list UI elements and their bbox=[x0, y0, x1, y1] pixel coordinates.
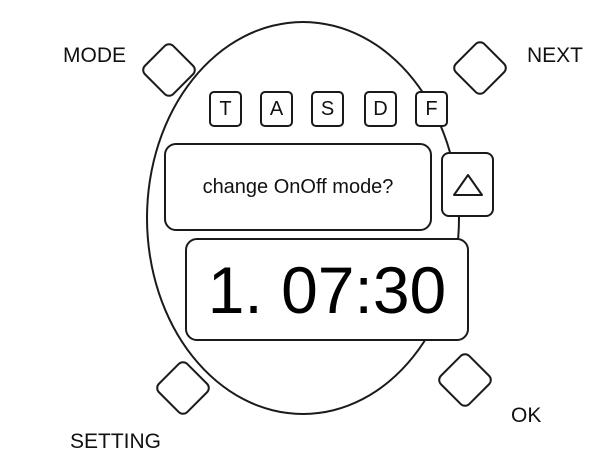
ok-label: OK bbox=[511, 404, 542, 427]
up-button[interactable] bbox=[441, 152, 494, 217]
time-text: 1. 07:30 bbox=[207, 252, 447, 327]
message-text: change OnOff mode? bbox=[202, 175, 394, 198]
next-button[interactable] bbox=[450, 38, 510, 98]
setting-label: SETTING bbox=[70, 430, 162, 453]
key-s[interactable]: S bbox=[311, 91, 344, 127]
watch-diagram: MODE NEXT SETTING OK T A S D F change On… bbox=[0, 0, 611, 452]
key-f[interactable]: F bbox=[415, 91, 448, 127]
ok-button[interactable] bbox=[435, 350, 495, 410]
triangle-up-icon bbox=[452, 173, 483, 196]
key-t[interactable]: T bbox=[209, 91, 242, 127]
next-label: NEXT bbox=[527, 44, 584, 67]
mode-label: MODE bbox=[63, 44, 126, 67]
key-d[interactable]: D bbox=[364, 91, 397, 127]
time-display: 1. 07:30 bbox=[185, 238, 469, 341]
message-box: change OnOff mode? bbox=[164, 143, 432, 231]
key-a[interactable]: A bbox=[260, 91, 293, 127]
